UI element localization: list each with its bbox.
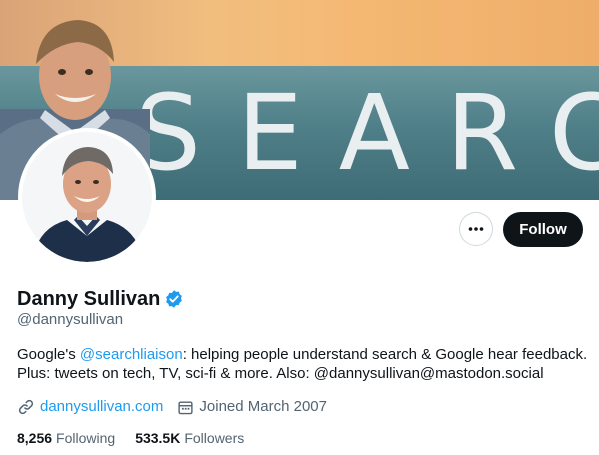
website-link[interactable]: dannysullivan.com xyxy=(40,398,163,416)
profile-name: Danny Sullivan xyxy=(17,288,161,310)
avatar-photo xyxy=(22,132,152,262)
followers-count: 533.5K xyxy=(135,430,181,446)
followers-label: Followers xyxy=(184,430,245,446)
banner-search-text: SEARCH xyxy=(135,72,599,194)
profile-avatar[interactable] xyxy=(18,128,156,266)
profile-handle: @dannysullivan xyxy=(17,311,124,328)
calendar-icon xyxy=(178,400,193,414)
link-icon xyxy=(18,399,34,415)
following-label: Following xyxy=(56,430,116,446)
following-stat[interactable]: 8,256 Following xyxy=(17,430,115,447)
followers-stat[interactable]: 533.5K Followers xyxy=(135,430,244,447)
profile-stats: 8,256 Following 533.5K Followers xyxy=(17,430,264,447)
joined-date: Joined March 2007 xyxy=(199,398,327,415)
profile-name-row: Danny Sullivan xyxy=(17,287,184,311)
more-options-button[interactable] xyxy=(459,212,493,246)
profile-website[interactable]: dannysullivan.com xyxy=(17,398,163,416)
verified-badge-icon[interactable] xyxy=(164,289,184,309)
bio-mention-link[interactable]: @searchliaison xyxy=(80,346,183,363)
follow-button[interactable]: Follow xyxy=(503,212,583,247)
profile-joined: Joined March 2007 xyxy=(177,398,327,416)
bio-text-start: Google's xyxy=(17,346,80,363)
more-dots-icon xyxy=(468,227,484,231)
following-count: 8,256 xyxy=(17,430,53,446)
profile-meta: dannysullivan.com Joined March 2007 xyxy=(17,398,341,416)
profile-bio: Google's @searchliaison: helping people … xyxy=(17,345,592,383)
